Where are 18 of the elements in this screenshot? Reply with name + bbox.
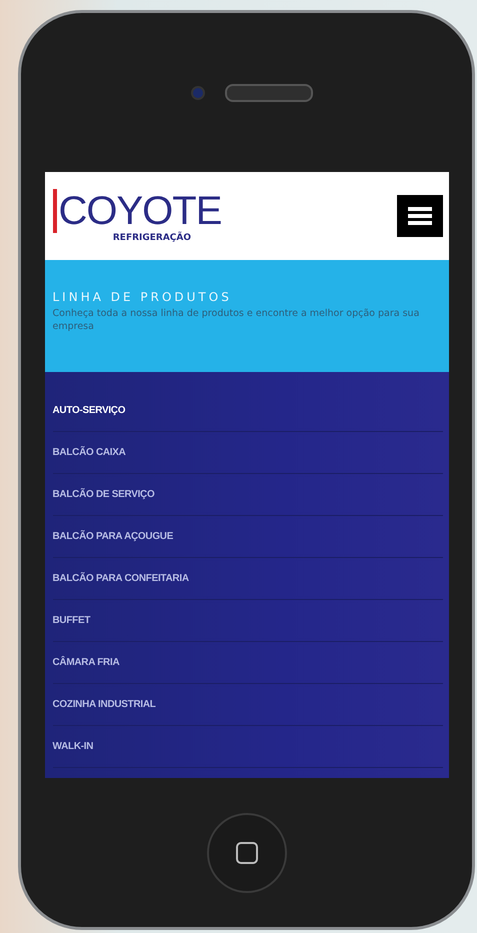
logo-subtitle: REFRIGERAÇÃO	[112, 233, 192, 243]
menu-button[interactable]	[396, 195, 442, 237]
menu-item[interactable]: BALCÃO CAIXA	[52, 432, 442, 474]
menu-item[interactable]: CÂMARA FRIA	[52, 642, 442, 684]
camera-icon	[190, 86, 204, 100]
speaker-icon	[224, 84, 312, 102]
menu-item[interactable]: WALK-IN	[52, 726, 442, 768]
menu-item[interactable]: COZINHA INDUSTRIAL	[52, 684, 442, 726]
menu-icon	[408, 206, 432, 226]
banner-title: LINHA DE PRODUTOS	[52, 290, 233, 304]
menu-item[interactable]: BALCÃO DE SERVIÇO	[52, 474, 442, 516]
menu-item[interactable]: AUTO-SERVIÇO	[52, 390, 442, 432]
menu-item[interactable]: BALCÃO PARA CONFEITARIA	[52, 558, 442, 600]
menu-item[interactable]: BALCÃO PARA AÇOUGUE	[52, 516, 442, 558]
logo[interactable]: COYOTE	[52, 189, 222, 233]
menu-item[interactable]: BUFFET	[52, 600, 442, 642]
square-icon	[236, 842, 258, 864]
banner-text: Conheça toda a nossa linha de produtos e encontre a melhor opção para sua empresa	[52, 307, 420, 333]
